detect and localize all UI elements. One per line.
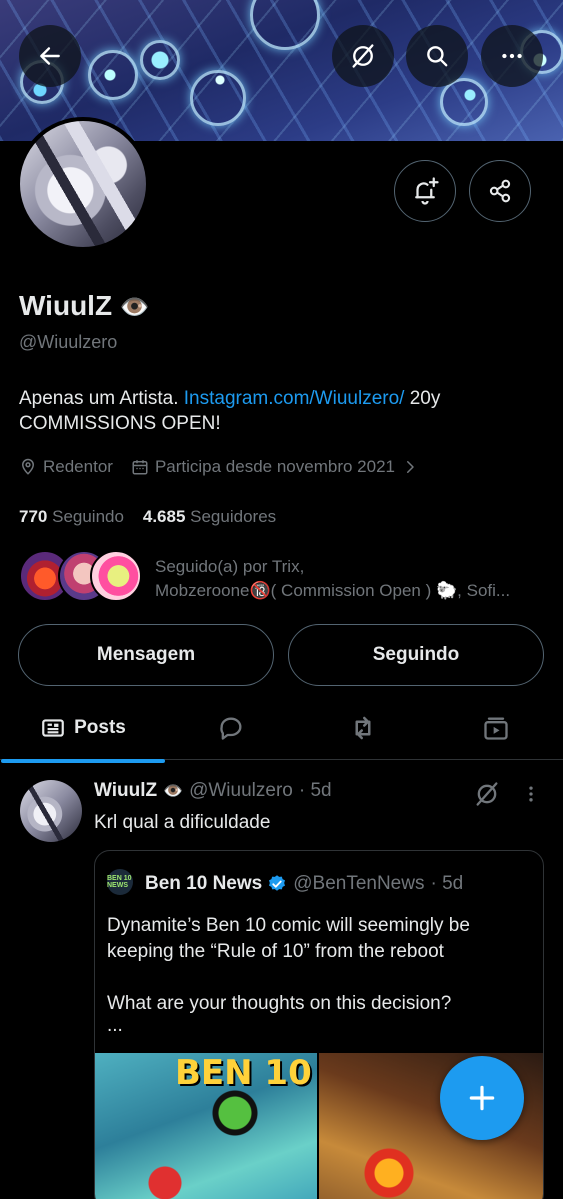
tweet-author-name[interactable]: WiuulZ [94, 780, 157, 802]
quote-text-line1: Dynamite’s Ben 10 comic will seemingly b… [107, 915, 470, 962]
back-button[interactable] [19, 25, 81, 87]
quote-text: Dynamite’s Ben 10 comic will seemingly b… [107, 913, 532, 1035]
tweet-text: Krl qual a dificuldade [94, 812, 271, 833]
profile-avatar[interactable] [16, 117, 150, 251]
arrow-left-icon [40, 47, 60, 65]
grok-button[interactable] [332, 25, 394, 87]
followers-count: 4.685 [142, 507, 186, 526]
location-text: Redentor [43, 457, 113, 476]
bio-line2: COMMISSIONS OPEN! [19, 413, 221, 434]
location-icon [21, 458, 35, 475]
quote-time: · 5d [430, 873, 464, 894]
quote-author-handle: @BenTenNews [293, 873, 425, 894]
quote-header: Ben 10 News @BenTenNews · 5d [145, 873, 463, 895]
profile-tabs: Posts [0, 696, 563, 760]
quote-text-line2: What are your thoughts on this decision? [107, 993, 452, 1014]
tweet-avatar[interactable] [20, 780, 82, 842]
calendar-icon [132, 460, 148, 475]
tab-reposts[interactable] [297, 696, 429, 760]
tab-posts-label: Posts [74, 717, 126, 738]
posts-icon [42, 719, 64, 737]
followed-by-line1: Seguido(a) por Trix, [155, 557, 305, 576]
quote-text-more: ... [107, 1015, 123, 1036]
tab-media[interactable] [429, 696, 563, 760]
verified-badge-icon [269, 875, 286, 891]
message-button[interactable]: Mensagem [18, 624, 274, 686]
quote-image-1[interactable]: BEN 10 [95, 1053, 317, 1199]
profile-bio: Apenas um Artista. Instagram.com/Wiuulze… [19, 386, 539, 436]
eye-emoji: 👁️ [119, 294, 150, 321]
tweet-header: WiuulZ 👁️ @Wiuulzero · 5d [94, 780, 332, 802]
quote-author-name: Ben 10 News [145, 873, 263, 894]
chevron-right-icon [406, 461, 414, 473]
profile-name: WiuulZ 👁️ [19, 290, 150, 322]
followers-label: Seguidores [190, 507, 277, 526]
more-horizontal-icon [502, 53, 522, 59]
grok-icon[interactable] [473, 780, 501, 808]
tab-posts[interactable]: Posts [1, 696, 165, 760]
quote-avatar: BEN 10 NEWS [107, 869, 133, 895]
plus-icon [469, 1085, 495, 1111]
banner-decoration [190, 70, 246, 126]
bio-text: Apenas um Artista. [19, 388, 184, 409]
share-icon [489, 179, 511, 203]
following-button[interactable]: Seguindo [288, 624, 544, 686]
bell-plus-icon [415, 177, 439, 205]
media-icon [484, 717, 508, 740]
joined-text[interactable]: Participa desde novembro 2021 [155, 457, 395, 477]
bio-link[interactable]: Instagram.com/Wiuulzero/ [184, 388, 405, 409]
tab-replies[interactable] [165, 696, 297, 760]
banner-decoration [250, 0, 320, 50]
more-button[interactable] [481, 25, 543, 87]
tweet-author-emoji: 👁️ [163, 783, 184, 800]
tweet-time: · 5d [298, 780, 332, 801]
reply-icon [220, 717, 242, 740]
grok-icon [352, 44, 374, 68]
profile-meta: Redentor Participa desde novembro 2021 [19, 457, 425, 477]
compose-button[interactable] [440, 1056, 524, 1140]
quote-image-1-title: BEN 10 [175, 1053, 312, 1093]
active-tab-indicator [1, 759, 165, 763]
profile-name-text: WiuulZ [19, 290, 113, 321]
following-link[interactable]: 770 Seguindo [19, 507, 124, 526]
search-button[interactable] [406, 25, 468, 87]
follower-avatar[interactable] [90, 550, 142, 602]
banner-decoration [88, 50, 138, 100]
profile-handle: @Wiuulzero [19, 332, 118, 352]
repost-icon [355, 716, 371, 740]
following-count: 770 [19, 507, 48, 526]
tweet-author-handle[interactable]: @Wiuulzero [189, 780, 293, 802]
followers-link[interactable]: 4.685 Seguidores [143, 507, 276, 526]
search-icon [427, 46, 448, 67]
more-vertical-icon[interactable] [521, 782, 541, 806]
following-label: Seguindo [52, 507, 124, 526]
followed-by-line2: Mobzeroone🔞( Commission Open ) 🐑, Sofi..… [155, 581, 511, 600]
followed-by-text[interactable]: Seguido(a) por Trix, Mobzeroone🔞( Commis… [155, 555, 550, 603]
share-button[interactable] [469, 160, 531, 222]
bio-after: 20y [404, 388, 441, 409]
quoted-tweet[interactable]: BEN 10 NEWS Ben 10 News @BenTenNews · 5d… [94, 850, 544, 1199]
notifications-button[interactable] [394, 160, 456, 222]
follow-stats: 770 Seguindo 4.685 Seguidores [19, 507, 276, 527]
banner-decoration [140, 40, 180, 80]
